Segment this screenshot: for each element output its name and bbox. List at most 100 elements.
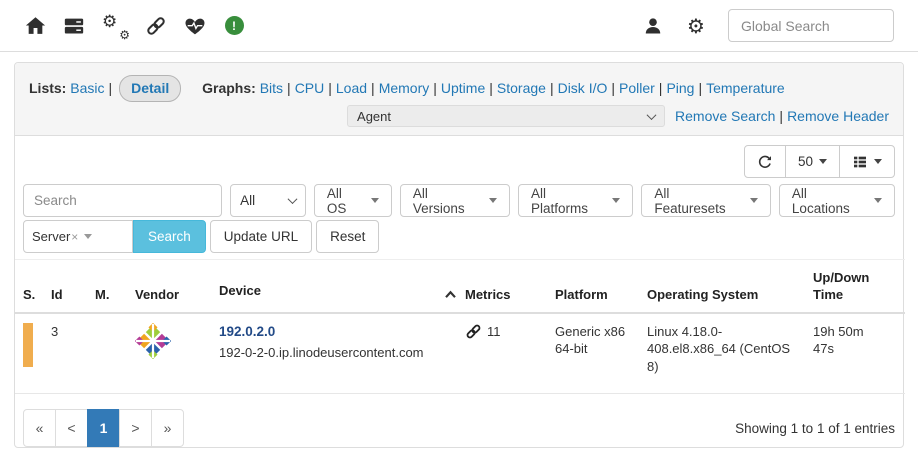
graph-link-temperature[interactable]: Temperature xyxy=(706,80,785,96)
filter-locations-dropdown[interactable]: All Locations xyxy=(779,184,895,217)
metrics-cell: 11 xyxy=(465,313,555,394)
page-last-button[interactable]: » xyxy=(151,409,184,447)
update-url-button[interactable]: Update URL xyxy=(210,220,312,253)
page-1-button[interactable]: 1 xyxy=(87,409,120,447)
device-cell: 192.0.2.0 192-0-2-0.ip.linodeusercontent… xyxy=(219,313,465,394)
remove-tag-icon[interactable]: × xyxy=(71,230,78,244)
separator: | xyxy=(287,80,291,96)
page-prev-button[interactable]: < xyxy=(55,409,88,447)
graph-link-bits[interactable]: Bits xyxy=(260,80,283,96)
user-icon[interactable] xyxy=(642,15,664,37)
graph-link-diskio[interactable]: Disk I/O xyxy=(558,80,608,96)
device-id-cell: 3 xyxy=(51,313,95,394)
agent-graph-select[interactable]: Agent xyxy=(347,105,665,127)
page-size-dropdown[interactable]: 50 xyxy=(785,145,840,178)
devices-panel: Lists: Basic|Detail Graphs: Bits|CPU|Loa… xyxy=(14,62,904,448)
page-size-value: 50 xyxy=(798,154,813,169)
device-type-multiselect[interactable]: Server × xyxy=(23,220,133,253)
device-hostname: 192-0-2-0.ip.linodeusercontent.com xyxy=(219,344,457,362)
separator: | xyxy=(108,80,112,96)
reset-button[interactable]: Reset xyxy=(316,220,379,253)
filter-row-2: Server × Search Update URL Reset xyxy=(15,217,903,253)
col-metrics[interactable]: Metrics xyxy=(465,260,555,313)
col-vendor[interactable]: Vendor xyxy=(135,260,219,313)
separator: | xyxy=(779,108,783,124)
caret-down-icon xyxy=(750,198,758,203)
filter-platforms-label: All Platforms xyxy=(531,186,606,216)
col-id[interactable]: Id xyxy=(51,260,95,313)
home-icon[interactable] xyxy=(24,15,46,37)
col-platform[interactable]: Platform xyxy=(555,260,647,313)
layout-list-dropdown[interactable] xyxy=(839,145,895,178)
health-heartbeat-icon[interactable] xyxy=(184,15,206,37)
platform-cell: Generic x86 64-bit xyxy=(555,313,647,394)
filter-versions-label: All Versions xyxy=(413,186,483,216)
cog-small: ⚙ xyxy=(119,29,130,41)
metrics-count[interactable]: 11 xyxy=(487,323,501,341)
separator: | xyxy=(659,80,663,96)
ports-link-icon[interactable] xyxy=(465,323,482,340)
caret-down-icon xyxy=(819,159,827,164)
graph-link-uptime[interactable]: Uptime xyxy=(441,80,485,96)
separator: | xyxy=(550,80,554,96)
centos-vendor-icon[interactable] xyxy=(135,323,171,359)
device-link[interactable]: 192.0.2.0 xyxy=(219,324,275,339)
remove-header-link[interactable]: Remove Header xyxy=(787,108,889,124)
caret-down-icon xyxy=(371,198,379,203)
col-status[interactable]: S. xyxy=(15,260,51,313)
filter-os-label: All OS xyxy=(327,186,365,216)
filter-locations-label: All Locations xyxy=(792,186,868,216)
col-device[interactable]: Device xyxy=(219,260,465,313)
entries-summary: Showing 1 to 1 of 1 entries xyxy=(735,421,895,436)
type-select[interactable]: All xyxy=(230,184,306,217)
graph-link-memory[interactable]: Memory xyxy=(379,80,430,96)
devices-server-icon[interactable] xyxy=(63,15,85,37)
uptime-value: 19h 50m 47s xyxy=(813,323,871,358)
col-device-label: Device xyxy=(219,283,261,298)
type-select-value: All xyxy=(240,193,255,208)
col-operating-system[interactable]: Operating System xyxy=(647,260,813,313)
list-mode-detail-pill[interactable]: Detail xyxy=(119,75,181,102)
maintenance-cell xyxy=(95,313,135,394)
sort-asc-icon xyxy=(444,287,457,304)
separator: | xyxy=(698,80,702,96)
col-updown-time[interactable]: Up/Down Time xyxy=(813,260,905,313)
chevron-down-icon xyxy=(647,110,657,120)
filter-versions-dropdown[interactable]: All Versions xyxy=(400,184,510,217)
device-search-input[interactable] xyxy=(23,184,222,217)
top-navbar: ⚙ ⚙ ! ⚙ xyxy=(0,0,918,52)
chevron-down-icon xyxy=(287,194,297,204)
graph-link-cpu[interactable]: CPU xyxy=(295,80,325,96)
filter-row-1: All All OS All Versions All Platforms Al… xyxy=(15,178,903,217)
status-cell xyxy=(15,313,51,394)
remove-search-link[interactable]: Remove Search xyxy=(675,108,775,124)
graph-link-storage[interactable]: Storage xyxy=(497,80,546,96)
graph-link-poller[interactable]: Poller xyxy=(619,80,655,96)
filter-platforms-dropdown[interactable]: All Platforms xyxy=(518,184,633,217)
settings-gear-icon[interactable]: ⚙ xyxy=(685,15,707,37)
col-maintenance[interactable]: M. xyxy=(95,260,135,313)
caret-down-icon xyxy=(874,159,882,164)
search-button[interactable]: Search xyxy=(133,220,206,253)
panel-heading: Lists: Basic|Detail Graphs: Bits|CPU|Loa… xyxy=(15,63,903,136)
graph-link-ping[interactable]: Ping xyxy=(666,80,694,96)
graph-link-load[interactable]: Load xyxy=(336,80,367,96)
page-next-button[interactable]: > xyxy=(119,409,152,447)
refresh-button[interactable] xyxy=(744,145,786,178)
filter-os-dropdown[interactable]: All OS xyxy=(314,184,392,217)
list-mode-basic-link[interactable]: Basic xyxy=(70,80,104,96)
global-search-input[interactable] xyxy=(728,9,894,42)
caret-down-icon xyxy=(489,198,497,203)
filter-featuresets-dropdown[interactable]: All Featuresets xyxy=(641,184,771,217)
table-toolbar: 50 xyxy=(15,136,903,178)
devices-table: S. Id M. Vendor Device Metrics Platform … xyxy=(15,259,905,394)
page-first-button[interactable]: « xyxy=(23,409,56,447)
ports-link-icon[interactable] xyxy=(145,15,167,37)
agent-select-value: Agent xyxy=(357,109,391,124)
alerts-status-icon[interactable]: ! xyxy=(223,15,245,37)
status-warning-bar xyxy=(23,323,33,367)
caret-down-icon xyxy=(84,234,92,239)
filter-featuresets-label: All Featuresets xyxy=(654,186,744,216)
services-cogs-icon[interactable]: ⚙ ⚙ xyxy=(102,14,128,38)
vendor-cell xyxy=(135,313,219,394)
